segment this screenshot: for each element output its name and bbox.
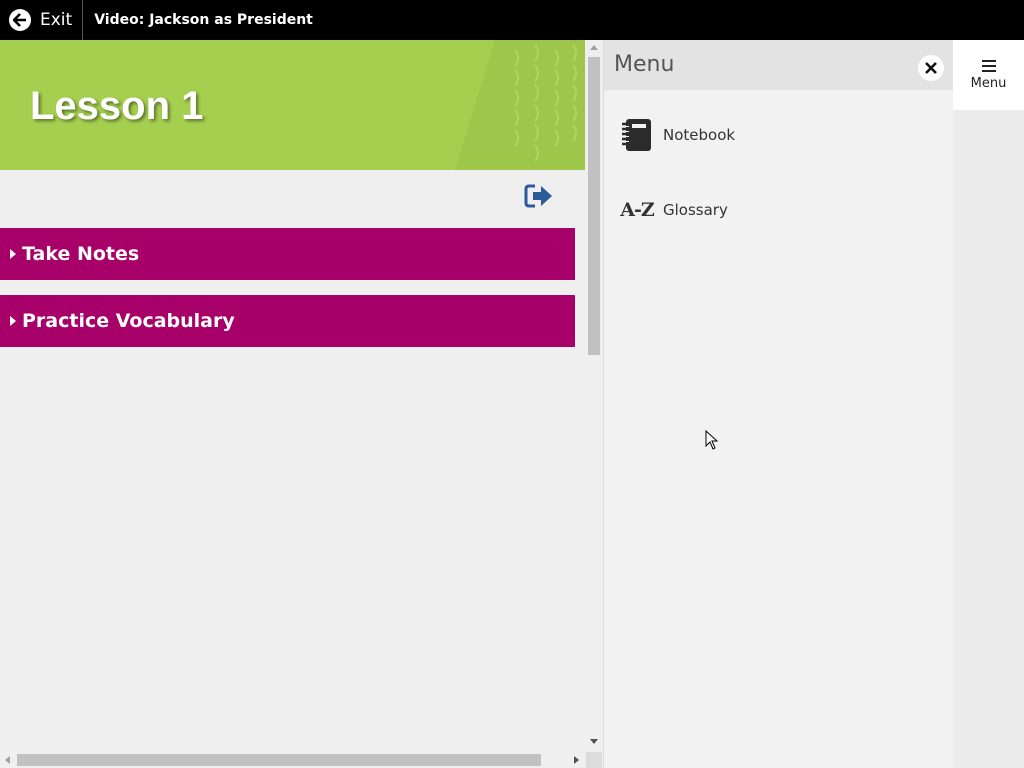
page-title: Video: Jackson as President bbox=[94, 12, 313, 28]
menu-panel: Menu Notebook A-Z Glossary bbox=[603, 40, 954, 768]
right-rail bbox=[953, 40, 1024, 768]
lesson-title: Lesson 1 bbox=[30, 84, 204, 128]
accordion-label: Practice Vocabulary bbox=[22, 310, 235, 332]
accordion-practice-vocabulary[interactable]: Practice Vocabulary bbox=[0, 295, 575, 347]
menu-item-glossary[interactable]: A-Z Glossary bbox=[604, 185, 954, 235]
menu-button[interactable]: Menu bbox=[953, 40, 1024, 110]
accordion-take-notes[interactable]: Take Notes bbox=[0, 228, 575, 280]
a-z-icon-text: A-Z bbox=[620, 199, 654, 221]
menu-title: Menu bbox=[614, 52, 675, 77]
scroll-up-icon[interactable] bbox=[590, 45, 598, 50]
leaf-pattern-decoration bbox=[455, 40, 585, 170]
hamburger-icon bbox=[981, 60, 996, 72]
menu-item-notebook[interactable]: Notebook bbox=[604, 110, 954, 160]
scrollbar-corner bbox=[586, 752, 602, 768]
scroll-right-icon[interactable] bbox=[574, 756, 579, 764]
scrollbar-thumb[interactable] bbox=[17, 754, 541, 766]
scroll-down-icon[interactable] bbox=[590, 739, 598, 744]
menu-item-label: Notebook bbox=[663, 126, 736, 144]
a-z-icon: A-Z bbox=[615, 199, 659, 221]
horizontal-scrollbar[interactable] bbox=[0, 752, 586, 768]
top-bar: Exit Video: Jackson as President bbox=[0, 0, 1024, 40]
notebook-icon bbox=[615, 118, 659, 152]
vertical-scrollbar[interactable] bbox=[586, 40, 602, 752]
lesson-content: Lesson 1 Take Notes Practice Vocabulary bbox=[0, 40, 586, 752]
close-icon bbox=[925, 62, 937, 74]
scrollbar-thumb[interactable] bbox=[588, 57, 600, 355]
accordion-label: Take Notes bbox=[22, 243, 140, 265]
close-button[interactable] bbox=[918, 55, 944, 81]
caret-right-icon bbox=[10, 249, 16, 259]
menu-header: Menu bbox=[604, 40, 954, 90]
menu-button-label: Menu bbox=[970, 76, 1007, 91]
lesson-banner: Lesson 1 bbox=[0, 40, 585, 170]
mouse-cursor-icon bbox=[705, 430, 719, 450]
caret-right-icon bbox=[10, 316, 16, 326]
export-icon[interactable] bbox=[524, 183, 554, 209]
scroll-left-icon[interactable] bbox=[5, 756, 10, 764]
exit-button[interactable]: Exit bbox=[0, 0, 84, 40]
menu-item-label: Glossary bbox=[663, 201, 728, 219]
arrow-left-icon bbox=[9, 9, 31, 31]
exit-label: Exit bbox=[40, 10, 73, 30]
